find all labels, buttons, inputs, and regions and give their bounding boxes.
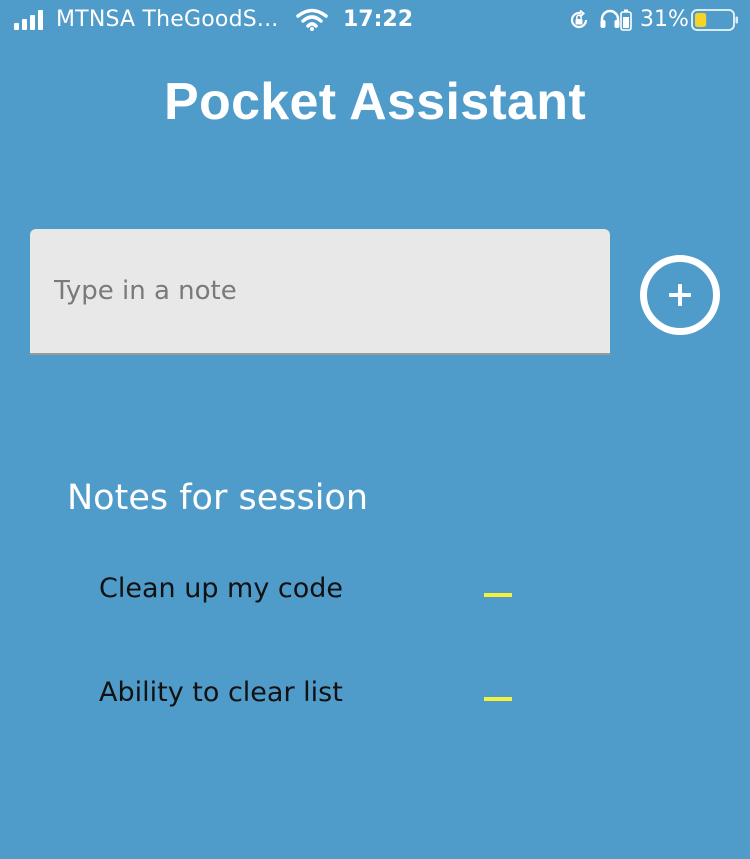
battery-percent: 31% bbox=[640, 7, 689, 32]
status-time: 17:22 bbox=[343, 7, 414, 32]
add-note-button[interactable] bbox=[640, 255, 720, 335]
signal-icon bbox=[14, 10, 43, 30]
rotation-lock-icon bbox=[570, 9, 588, 29]
note-input[interactable] bbox=[30, 229, 610, 355]
status-bar: MTNSA TheGoodS... 17:22 31% bbox=[0, 0, 750, 40]
remove-note-button[interactable] bbox=[477, 581, 517, 609]
list-item: Clean up my code bbox=[99, 573, 529, 613]
wifi-icon bbox=[296, 8, 328, 31]
note-text: Ability to clear list bbox=[99, 677, 343, 708]
app-title: Pocket Assistant bbox=[164, 73, 586, 131]
battery-icon bbox=[691, 9, 738, 31]
minus-icon bbox=[484, 593, 512, 597]
minus-icon bbox=[484, 697, 512, 701]
carrier-name: MTNSA TheGoodS... bbox=[56, 7, 279, 32]
remove-note-button[interactable] bbox=[477, 685, 517, 713]
headphones-icon bbox=[600, 9, 620, 28]
list-item: Ability to clear list bbox=[99, 677, 529, 717]
note-text: Clean up my code bbox=[99, 573, 344, 604]
notes-heading: Notes for session bbox=[67, 478, 369, 518]
headphones-battery-icon bbox=[620, 9, 632, 31]
plus-icon bbox=[669, 284, 691, 306]
